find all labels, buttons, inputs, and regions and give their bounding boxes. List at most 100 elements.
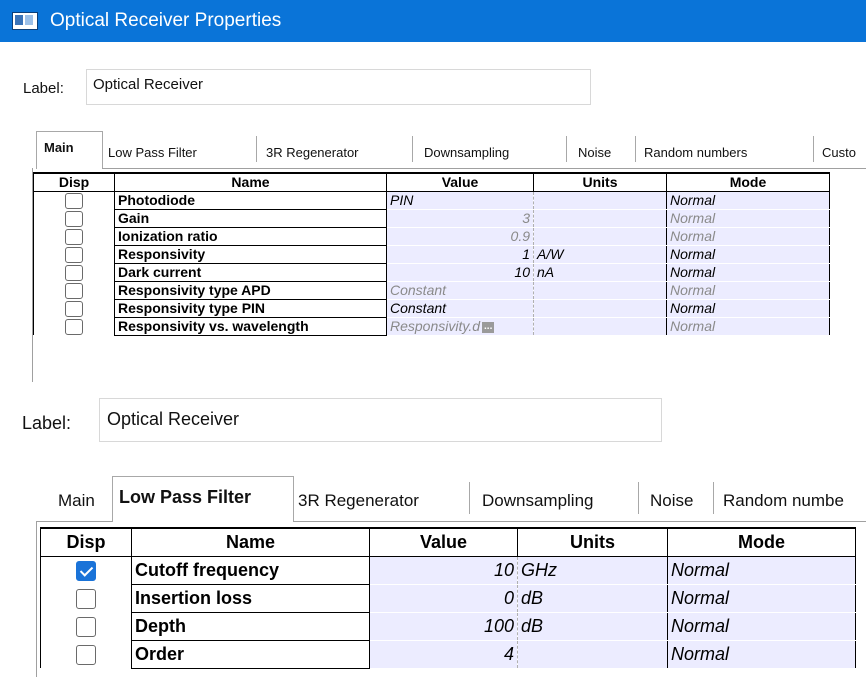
disp-checkbox[interactable]	[76, 560, 96, 581]
column-header-name[interactable]: Name	[131, 527, 370, 557]
panel-frame	[293, 521, 866, 522]
title-bar[interactable]: Optical Receiver Properties	[0, 0, 866, 42]
param-mode[interactable]: Normal	[666, 263, 830, 282]
param-units[interactable]: dB	[517, 612, 668, 641]
param-value[interactable]: 0	[369, 584, 518, 613]
browse-button[interactable]: ...	[482, 321, 495, 333]
param-value[interactable]: Responsivity.d...	[386, 317, 534, 336]
param-units[interactable]	[533, 191, 667, 210]
panel-frame	[36, 521, 112, 522]
disp-checkbox[interactable]	[65, 210, 83, 227]
tab-3r-regenerator[interactable]: 3R Regenerator	[298, 491, 419, 511]
tab-3r-regenerator[interactable]: 3R Regenerator	[266, 145, 359, 160]
disp-cell	[33, 263, 115, 281]
table-row: Gain 3 Normal	[33, 209, 830, 228]
tab-separator	[256, 136, 257, 162]
param-units[interactable]	[533, 299, 667, 318]
column-header-units[interactable]: Units	[517, 527, 668, 557]
tab-main[interactable]: Main	[58, 491, 95, 511]
disp-checkbox[interactable]	[65, 282, 83, 299]
param-units[interactable]: nA	[533, 263, 667, 282]
param-name: Dark current	[114, 263, 387, 282]
tab-random-numbers[interactable]: Random numbe	[723, 491, 844, 511]
tab-random-numbers[interactable]: Random numbers	[644, 145, 747, 160]
disp-checkbox[interactable]	[65, 264, 83, 281]
disp-cell	[40, 584, 132, 612]
param-name: Responsivity type APD	[114, 281, 387, 300]
param-value[interactable]: 10	[369, 556, 518, 585]
disp-cell	[40, 556, 132, 584]
label-input[interactable]: Optical Receiver	[99, 398, 662, 442]
tab-main[interactable]: Main	[44, 140, 74, 155]
param-units[interactable]	[533, 317, 667, 336]
column-header-value[interactable]: Value	[369, 527, 518, 557]
disp-checkbox[interactable]	[65, 228, 83, 245]
disp-checkbox[interactable]	[65, 318, 83, 335]
param-value[interactable]: 0.9	[386, 227, 534, 246]
column-header-mode[interactable]: Mode	[667, 527, 856, 557]
column-header-disp[interactable]: Disp	[33, 172, 115, 192]
param-mode[interactable]: Normal	[666, 317, 830, 336]
param-mode[interactable]: Normal	[666, 299, 830, 318]
param-mode[interactable]: Normal	[666, 209, 830, 228]
tab-active-border-top	[112, 476, 294, 477]
table-row: Ionization ratio 0.9 Normal	[33, 227, 830, 246]
param-value-text: 0	[503, 587, 514, 608]
tab-low-pass-filter[interactable]: Low Pass Filter	[108, 145, 197, 160]
disp-checkbox[interactable]	[76, 588, 96, 609]
tab-custom[interactable]: Custo	[822, 145, 856, 160]
tab-noise[interactable]: Noise	[650, 491, 693, 511]
disp-checkbox[interactable]	[76, 644, 96, 665]
disp-checkbox[interactable]	[65, 246, 83, 263]
param-units[interactable]	[517, 640, 668, 669]
param-units[interactable]: dB	[517, 584, 668, 613]
param-value[interactable]: 1	[386, 245, 534, 264]
param-mode[interactable]: Normal	[666, 227, 830, 246]
param-name: Gain	[114, 209, 387, 228]
param-mode[interactable]: Normal	[666, 191, 830, 210]
column-header-disp[interactable]: Disp	[40, 527, 132, 557]
column-header-mode[interactable]: Mode	[666, 172, 830, 192]
app-icon	[12, 12, 38, 30]
param-name: Responsivity	[114, 245, 387, 264]
disp-cell	[33, 317, 115, 335]
tab-noise[interactable]: Noise	[578, 145, 611, 160]
table-row: Photodiode PIN Normal	[33, 191, 830, 210]
properties-table: Disp Name Value Units Mode Photodiode PIN…	[33, 172, 830, 336]
param-value[interactable]: Constant	[386, 281, 534, 300]
param-mode[interactable]: Normal	[667, 612, 856, 641]
disp-checkbox[interactable]	[65, 192, 83, 209]
param-value[interactable]: PIN	[386, 191, 534, 210]
param-units[interactable]	[533, 281, 667, 300]
param-value[interactable]: Constant	[386, 299, 534, 318]
disp-cell	[33, 209, 115, 227]
table-header: Disp Name Value Units Mode	[33, 172, 830, 192]
tab-low-pass-filter[interactable]: Low Pass Filter	[119, 487, 251, 508]
disp-checkbox[interactable]	[76, 616, 96, 637]
disp-cell	[33, 299, 115, 317]
column-header-name[interactable]: Name	[114, 172, 387, 192]
column-header-units[interactable]: Units	[533, 172, 667, 192]
table-row: Responsivity type PIN Constant Normal	[33, 299, 830, 318]
disp-checkbox[interactable]	[65, 300, 83, 317]
param-mode[interactable]: Normal	[666, 245, 830, 264]
tab-separator	[638, 482, 639, 514]
param-value[interactable]: 100	[369, 612, 518, 641]
tab-downsampling[interactable]: Downsampling	[424, 145, 509, 160]
param-mode[interactable]: Normal	[666, 281, 830, 300]
param-value[interactable]: 10	[386, 263, 534, 282]
param-units[interactable]: GHz	[517, 556, 668, 585]
param-value[interactable]: 3	[386, 209, 534, 228]
param-units[interactable]	[533, 227, 667, 246]
tab-downsampling[interactable]: Downsampling	[482, 491, 594, 511]
param-units[interactable]: A/W	[533, 245, 667, 264]
label-input[interactable]: Optical Receiver	[86, 69, 591, 105]
column-header-value[interactable]: Value	[386, 172, 534, 192]
tab-separator	[635, 136, 636, 162]
param-mode[interactable]: Normal	[667, 556, 856, 585]
param-units[interactable]	[533, 209, 667, 228]
param-value[interactable]: 4	[369, 640, 518, 669]
disp-cell	[33, 245, 115, 263]
param-mode[interactable]: Normal	[667, 584, 856, 613]
param-mode[interactable]: Normal	[667, 640, 856, 669]
